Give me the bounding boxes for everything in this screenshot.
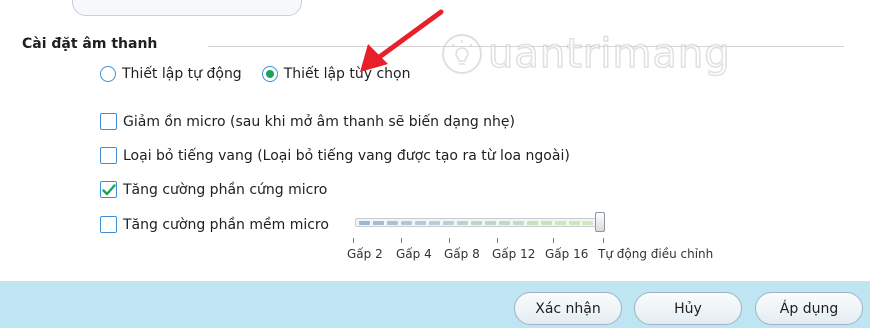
watermark: uantrimang bbox=[440, 32, 731, 76]
slider-tick-label: Gấp 2 bbox=[347, 247, 383, 261]
audio-settings-panel: Cài đặt âm thanh uantrimang Thiết lập tự… bbox=[0, 0, 870, 328]
checkbox-software-boost[interactable] bbox=[100, 216, 117, 233]
option-noise-reduction[interactable]: Giảm ồn micro (sau khi mở âm thanh sẽ bi… bbox=[100, 113, 515, 130]
watermark-logo-icon bbox=[442, 34, 482, 74]
option-hardware-boost[interactable]: Tăng cường phần cứng micro bbox=[100, 181, 327, 198]
radio-custom-label[interactable]: Thiết lập tùy chọn bbox=[284, 66, 411, 82]
option-label: Giảm ồn micro (sau khi mở âm thanh sẽ bi… bbox=[123, 113, 515, 130]
section-title: Cài đặt âm thanh bbox=[22, 36, 158, 52]
slider-tick bbox=[497, 238, 498, 243]
slider-tick-label: Gấp 12 bbox=[492, 247, 536, 261]
option-software-boost[interactable]: Tăng cường phần mềm micro bbox=[100, 216, 329, 233]
option-label: Tăng cường phần mềm micro bbox=[123, 216, 329, 233]
option-echo-cancel[interactable]: Loại bỏ tiếng vang (Loại bỏ tiếng vang đ… bbox=[100, 147, 570, 164]
mode-radio-group: Thiết lập tự động Thiết lập tùy chọn bbox=[100, 66, 410, 82]
confirm-button[interactable]: Xác nhận bbox=[514, 292, 622, 325]
checkbox-echo-cancel[interactable] bbox=[100, 147, 117, 164]
option-label: Loại bỏ tiếng vang (Loại bỏ tiếng vang đ… bbox=[123, 147, 570, 164]
boost-slider[interactable] bbox=[355, 212, 605, 232]
radio-selected-dot bbox=[265, 70, 274, 78]
checkmark-icon bbox=[101, 183, 116, 195]
slider-tick-label: Gấp 16 bbox=[545, 247, 589, 261]
slider-tick bbox=[353, 238, 354, 243]
watermark-text: uantrimang bbox=[487, 31, 731, 77]
slider-tick bbox=[401, 238, 402, 243]
checkbox-hardware-boost[interactable] bbox=[100, 181, 117, 198]
cancel-button[interactable]: Hủy bbox=[634, 292, 742, 325]
radio-custom[interactable] bbox=[261, 66, 278, 82]
slider-tick bbox=[449, 238, 450, 243]
checkbox-noise-reduction[interactable] bbox=[100, 113, 117, 130]
radio-auto[interactable] bbox=[100, 66, 116, 82]
radio-auto-label[interactable]: Thiết lập tự động bbox=[122, 66, 242, 82]
slider-tick bbox=[603, 238, 604, 243]
slider-thumb[interactable] bbox=[595, 212, 605, 232]
slider-track[interactable] bbox=[355, 218, 605, 227]
slider-tick bbox=[553, 238, 554, 243]
slider-tick-label: Gấp 4 bbox=[396, 247, 432, 261]
apply-button[interactable]: Áp dụng bbox=[755, 292, 863, 325]
slider-tick-label: Tự động điều chỉnh bbox=[598, 247, 714, 261]
top-dropdown[interactable] bbox=[72, 0, 302, 16]
option-label: Tăng cường phần cứng micro bbox=[123, 181, 328, 198]
slider-tick-label: Gấp 8 bbox=[444, 247, 480, 261]
